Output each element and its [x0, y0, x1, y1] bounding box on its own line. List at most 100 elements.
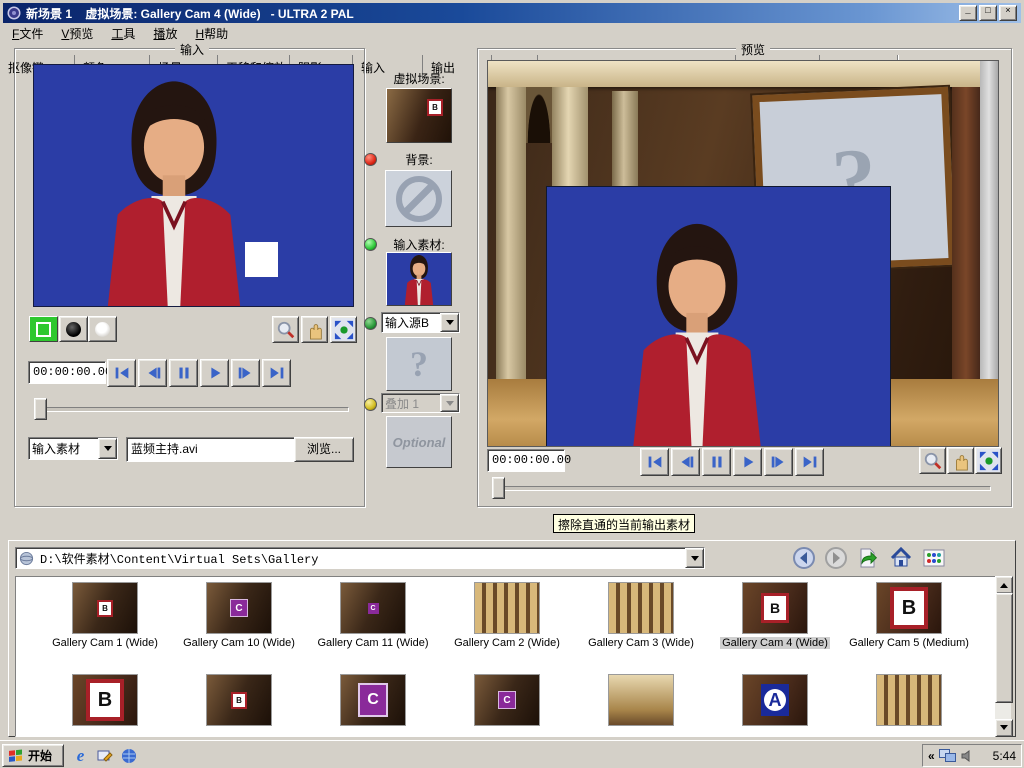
gallery-item[interactable]: BGallery Cam 4 (Wide)	[711, 582, 839, 649]
network-icon[interactable]	[939, 749, 956, 763]
pause-button[interactable]	[702, 448, 731, 476]
step-forward-button[interactable]	[231, 359, 260, 387]
input-file-field[interactable]: 蓝频主持.avi	[126, 437, 299, 462]
background-thumbnail[interactable]	[385, 170, 452, 227]
play-icon	[738, 452, 758, 472]
preview-transport-controls	[640, 448, 826, 476]
input-seek-slider[interactable]	[31, 398, 353, 420]
zoom-tool-button[interactable]	[272, 316, 299, 343]
pause-button[interactable]	[169, 359, 198, 387]
slider-thumb[interactable]	[34, 398, 47, 420]
quicklaunch-media-icon[interactable]	[118, 746, 139, 766]
gallery-item[interactable]: CGallery Cam 10 (Wide)	[175, 582, 303, 649]
gallery-item[interactable]: Gallery Cam 3 (Wide)	[577, 582, 705, 649]
gallery-item-label: Gallery Cam 11 (Wide)	[315, 637, 430, 649]
gallery-item[interactable]: B	[41, 674, 169, 726]
magnifier-icon	[276, 320, 296, 340]
start-button[interactable]: 开始	[2, 744, 64, 767]
tray-chevron[interactable]: «	[928, 749, 935, 763]
combo-arrow-button[interactable]	[685, 548, 704, 568]
preview-group-title: 预览	[736, 41, 770, 58]
input-layer-thumbnail[interactable]	[386, 252, 452, 306]
volume-icon[interactable]	[960, 749, 974, 763]
home-icon	[889, 546, 913, 570]
skip-start-button[interactable]	[640, 448, 669, 476]
thumbnails-grid-icon	[922, 546, 946, 570]
combo-arrow-button	[440, 394, 459, 412]
quicklaunch-desktop-icon[interactable]	[94, 746, 115, 766]
quicklaunch-ie-icon[interactable]: e	[70, 746, 91, 766]
skip-start-button[interactable]	[107, 359, 136, 387]
preview-fit-button[interactable]	[975, 447, 1002, 474]
source-placeholder-thumbnail[interactable]: ?	[386, 337, 452, 391]
export-button[interactable]	[855, 545, 881, 571]
preview-monitor[interactable]: ?	[487, 60, 999, 447]
menu-item-3[interactable]: 工具	[102, 23, 144, 44]
input-video-monitor[interactable]	[33, 64, 354, 307]
overlay-optional-thumbnail[interactable]: Optional	[386, 416, 452, 468]
output-view-toggle[interactable]	[29, 316, 58, 342]
step-back-button[interactable]	[138, 359, 167, 387]
gallery-item[interactable]: BGallery Cam 5 (Medium)	[845, 582, 973, 649]
scrollbar-thumb[interactable]	[995, 593, 1013, 703]
input-timecode-field[interactable]: 00:00:00.00	[28, 361, 106, 384]
gallery-item[interactable]: A	[711, 674, 839, 726]
view-mode-button[interactable]	[921, 545, 947, 571]
input-source-select[interactable]: 输入素材	[28, 437, 118, 460]
step-back-button[interactable]	[671, 448, 700, 476]
gallery-thumbnail-image: B	[72, 582, 138, 634]
close-button[interactable]: ×	[999, 5, 1017, 21]
matte-black-toggle[interactable]	[59, 316, 88, 342]
input-transport-controls	[107, 359, 293, 387]
preview-pan-button[interactable]	[947, 447, 974, 474]
path-value: D:\软件素材\Content\Virtual Sets\Gallery	[37, 550, 685, 567]
minimize-button[interactable]: _	[959, 5, 977, 21]
pan-tool-button[interactable]	[301, 316, 328, 343]
gallery-item[interactable]	[845, 674, 973, 726]
gallery-item[interactable]: CGallery Cam 11 (Wide)	[309, 582, 437, 649]
virtual-set-thumbnail[interactable]: B	[386, 88, 452, 143]
input-layer-label: 输入素材:	[380, 236, 458, 253]
play-button[interactable]	[733, 448, 762, 476]
scroll-up-button[interactable]	[995, 576, 1013, 594]
skip-end-button[interactable]	[795, 448, 824, 476]
preview-seek-slider[interactable]	[489, 477, 995, 497]
gallery-thumbnail-image: B	[876, 582, 942, 634]
forward-button[interactable]	[823, 545, 849, 571]
menu-item-1[interactable]: F文件	[3, 23, 52, 44]
gallery-thumbnail-image	[608, 674, 674, 726]
skip-end-icon	[800, 452, 820, 472]
gallery-item[interactable]: BGallery Cam 1 (Wide)	[41, 582, 169, 649]
maximize-button[interactable]: □	[979, 5, 997, 21]
back-arrow-icon	[792, 546, 816, 570]
home-button[interactable]	[888, 545, 914, 571]
magnifier-icon	[923, 451, 943, 471]
combo-arrow-button[interactable]	[440, 313, 459, 332]
vertical-scrollbar[interactable]	[995, 576, 1011, 735]
input-source-b-select[interactable]: 输入源B	[381, 312, 460, 333]
system-tray: « 5:44	[922, 744, 1022, 767]
menu-item-2[interactable]: V预览	[52, 23, 102, 44]
gallery-item[interactable]: C	[309, 674, 437, 726]
fit-view-button[interactable]	[330, 316, 357, 343]
skip-end-button[interactable]	[262, 359, 291, 387]
play-button[interactable]	[200, 359, 229, 387]
preview-timecode-field[interactable]: 00:00:00.00	[487, 449, 565, 472]
combo-arrow-button[interactable]	[98, 438, 117, 459]
back-button[interactable]	[791, 545, 817, 571]
preview-zoom-button[interactable]	[919, 447, 946, 474]
windows-logo-icon	[8, 749, 24, 763]
gallery-item[interactable]: Gallery Cam 2 (Wide)	[443, 582, 571, 649]
title-bar[interactable]: 新场景 1 虚拟场景: Gallery Cam 4 (Wide) - ULTRA…	[3, 3, 1021, 23]
matte-white-toggle[interactable]	[88, 316, 117, 342]
virtual-set-label: 虚拟场景:	[378, 70, 460, 87]
chevron-down-icon	[104, 446, 112, 455]
gallery-item[interactable]: C	[443, 674, 571, 726]
step-forward-button[interactable]	[764, 448, 793, 476]
gallery-item[interactable]	[577, 674, 705, 726]
gallery-item[interactable]: B	[175, 674, 303, 726]
path-combobox[interactable]: D:\软件素材\Content\Virtual Sets\Gallery	[15, 547, 705, 569]
browse-button[interactable]: 浏览...	[294, 437, 354, 462]
scroll-down-button[interactable]	[995, 719, 1013, 737]
slider-thumb[interactable]	[492, 477, 505, 499]
